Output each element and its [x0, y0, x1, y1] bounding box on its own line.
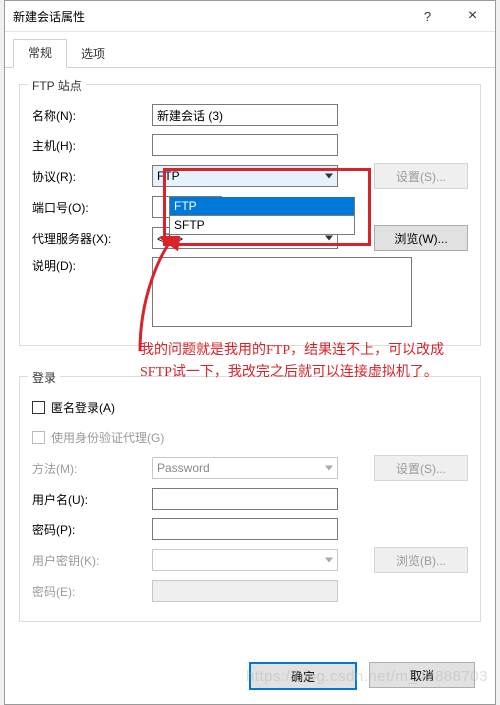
- userkey-browse-button: 浏览(B)...: [374, 547, 468, 573]
- select-userkey: [152, 549, 338, 571]
- chevron-down-icon: [325, 466, 333, 471]
- window-title: 新建会话属性: [5, 8, 405, 25]
- label-username: 用户名(U):: [32, 491, 152, 508]
- select-method: Password: [152, 457, 338, 479]
- protocol-option-sftp[interactable]: SFTP: [169, 216, 355, 235]
- input-description[interactable]: [152, 257, 412, 327]
- label-name: 名称(N):: [32, 107, 152, 124]
- group-ftp-legend: FTP 站点: [28, 77, 86, 94]
- ok-button[interactable]: 确定: [249, 662, 357, 690]
- group-login-legend: 登录: [28, 369, 60, 386]
- chevron-down-icon: [325, 558, 333, 563]
- label-password: 密码(P):: [32, 521, 152, 538]
- titlebar: 新建会话属性 ? ×: [5, 1, 495, 32]
- tab-general[interactable]: 常规: [13, 39, 67, 68]
- label-host: 主机(H):: [32, 137, 152, 154]
- input-passphrase: [152, 580, 338, 602]
- label-port: 端口号(O):: [32, 199, 152, 216]
- checkbox-anonymous[interactable]: 匿名登录(A): [32, 399, 115, 416]
- footer-buttons: 确定 取消: [249, 662, 475, 690]
- label-method: 方法(M):: [32, 460, 152, 477]
- checkbox-use-auth-agent: 使用身份验证代理(G): [32, 429, 164, 446]
- input-name[interactable]: [152, 104, 338, 126]
- method-settings-button: 设置(S)...: [374, 455, 468, 481]
- proxy-browse-button[interactable]: 浏览(W)...: [374, 225, 468, 251]
- input-username[interactable]: [152, 488, 338, 510]
- checkbox-box-icon: [32, 401, 45, 414]
- label-passphrase: 密码(E):: [32, 583, 152, 600]
- label-description: 说明(D):: [32, 257, 152, 274]
- input-password[interactable]: [152, 518, 338, 540]
- help-button[interactable]: ?: [405, 1, 450, 31]
- checkbox-box-icon: [32, 431, 45, 444]
- input-host[interactable]: [152, 134, 338, 156]
- close-button[interactable]: ×: [450, 1, 495, 31]
- label-use-auth-agent: 使用身份验证代理(G): [51, 429, 164, 446]
- protocol-option-ftp[interactable]: FTP: [169, 197, 355, 216]
- tab-bar: 常规 选项: [5, 32, 495, 68]
- dialog-window: 新建会话属性 ? × 常规 选项 FTP 站点 名称(N): 主机(H):: [4, 0, 496, 705]
- label-userkey: 用户密钥(K):: [32, 552, 152, 569]
- protocol-dropdown-list: FTP SFTP: [169, 197, 355, 235]
- protocol-settings-button: 设置(S)...: [374, 163, 468, 189]
- select-method-value: Password: [157, 461, 210, 475]
- tab-options[interactable]: 选项: [67, 41, 119, 68]
- label-anonymous: 匿名登录(A): [51, 399, 115, 416]
- label-protocol: 协议(R):: [32, 168, 152, 185]
- group-login: 登录 匿名登录(A) 使用身份验证代理(G) 方法(M): Password: [19, 376, 481, 622]
- cancel-button[interactable]: 取消: [369, 662, 475, 688]
- label-proxy: 代理服务器(X):: [32, 230, 152, 247]
